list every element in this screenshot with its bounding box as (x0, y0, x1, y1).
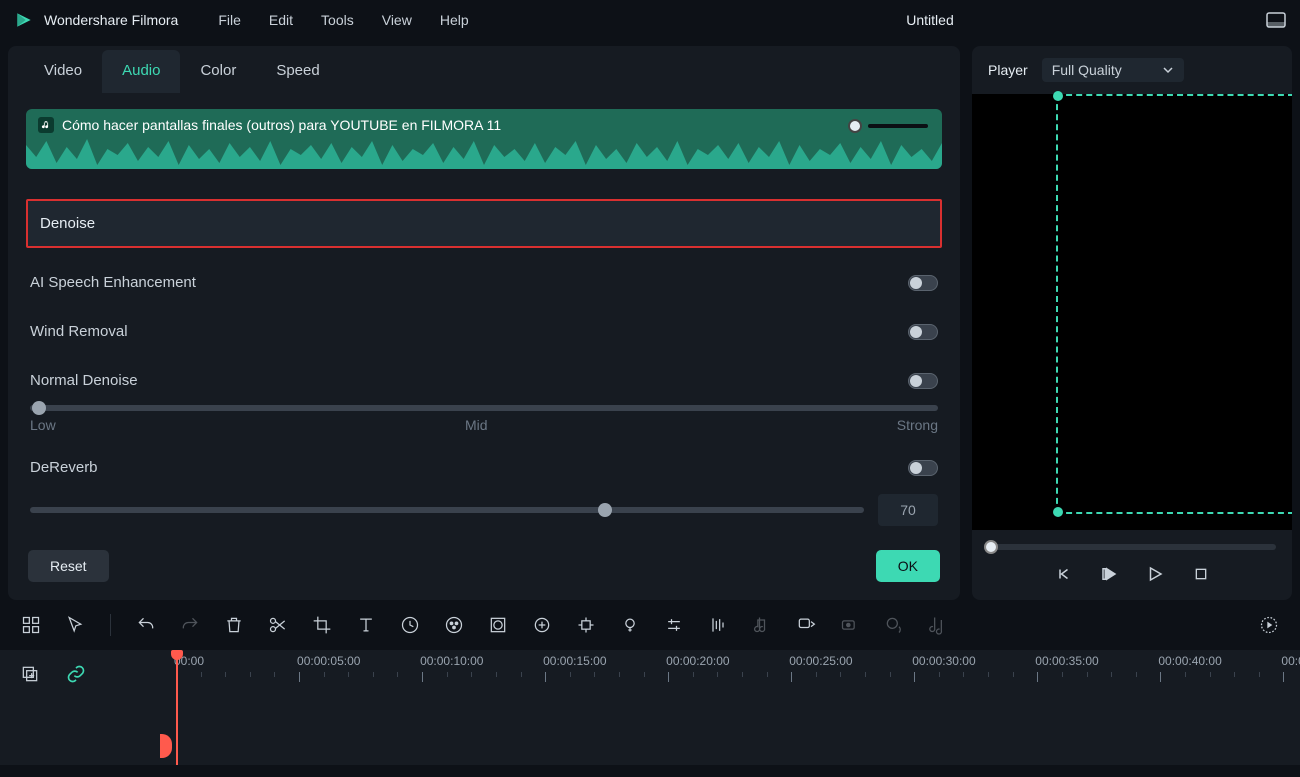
crop-rect[interactable] (1056, 94, 1292, 514)
color-icon[interactable] (443, 614, 465, 636)
layout-toggle-icon[interactable] (1266, 12, 1286, 28)
timeline-clip-stub[interactable] (160, 734, 172, 758)
quality-dropdown[interactable]: Full Quality (1042, 58, 1184, 82)
text-icon[interactable] (355, 614, 377, 636)
label-wind-removal: Wind Removal (30, 323, 128, 340)
redo-icon[interactable] (179, 614, 201, 636)
reset-button[interactable]: Reset (28, 550, 109, 582)
add-track-icon[interactable] (20, 664, 42, 686)
slider-knob-normal-denoise[interactable] (32, 401, 46, 415)
label-dereverb: DeReverb (30, 459, 98, 476)
adjust-icon[interactable] (663, 614, 685, 636)
ruler-label: 00:00:30:00 (912, 654, 975, 668)
toggle-ai-speech[interactable] (908, 275, 938, 291)
chevron-down-icon (1162, 64, 1174, 76)
playhead[interactable] (176, 650, 178, 765)
toggle-normal-denoise[interactable] (908, 373, 938, 389)
menu-tools[interactable]: Tools (321, 12, 354, 28)
record-icon[interactable] (839, 614, 861, 636)
render-icon[interactable] (1258, 614, 1280, 636)
audio-sync-icon[interactable] (927, 614, 949, 636)
ruler-label: 00:00:10:00 (420, 654, 483, 668)
undo-icon[interactable] (135, 614, 157, 636)
play-segment-button[interactable] (1099, 564, 1119, 584)
speed-icon[interactable] (399, 614, 421, 636)
keyframe-icon[interactable] (531, 614, 553, 636)
toggle-wind-removal[interactable] (908, 324, 938, 340)
player-scrub-knob[interactable] (984, 540, 998, 554)
split-icon[interactable] (267, 614, 289, 636)
ruler-label: 00:00:40:00 (1158, 654, 1221, 668)
tab-speed[interactable]: Speed (256, 50, 339, 93)
audio-adjust-icon[interactable] (707, 614, 729, 636)
ruler-label: 00:00:35:00 (1035, 654, 1098, 668)
voiceover-icon[interactable] (883, 614, 905, 636)
step-back-button[interactable] (1053, 564, 1073, 584)
player-scrub-track[interactable] (988, 544, 1276, 550)
tab-color[interactable]: Color (180, 50, 256, 93)
link-icon[interactable] (66, 664, 88, 686)
mask-icon[interactable] (487, 614, 509, 636)
detach-audio-icon[interactable] (751, 614, 773, 636)
clip-title: Cómo hacer pantallas finales (outros) pa… (62, 117, 501, 133)
waveform-icon (26, 135, 942, 169)
slider-knob-dereverb[interactable] (598, 503, 612, 517)
stop-button[interactable] (1191, 564, 1211, 584)
audio-clip-preview[interactable]: Cómo hacer pantallas finales (outros) pa… (26, 109, 942, 169)
panels-icon[interactable] (20, 614, 42, 636)
ruler-label: 00:00:20:00 (666, 654, 729, 668)
slider-label-strong: Strong (897, 417, 938, 433)
slider-label-mid: Mid (465, 417, 488, 433)
tab-audio[interactable]: Audio (102, 50, 180, 93)
label-normal-denoise: Normal Denoise (30, 372, 138, 389)
menu-edit[interactable]: Edit (269, 12, 293, 28)
menu-help[interactable]: Help (440, 12, 469, 28)
quality-value: Full Quality (1052, 62, 1122, 78)
speech-to-text-icon[interactable] (795, 614, 817, 636)
toggle-dereverb[interactable] (908, 460, 938, 476)
ruler-label: 00:00 (1281, 654, 1300, 668)
ruler-label: 00:00:15:00 (543, 654, 606, 668)
player-title: Player (988, 62, 1028, 78)
delete-icon[interactable] (223, 614, 245, 636)
video-preview[interactable] (972, 94, 1292, 530)
clip-scrub-track[interactable] (868, 124, 928, 128)
ruler-label: 00:00:25:00 (789, 654, 852, 668)
ok-button[interactable]: OK (876, 550, 940, 582)
menu-view[interactable]: View (382, 12, 412, 28)
chroma-key-icon[interactable] (619, 614, 641, 636)
tab-video[interactable]: Video (24, 50, 102, 93)
motion-track-icon[interactable] (575, 614, 597, 636)
app-name: Wondershare Filmora (44, 12, 178, 28)
slider-dereverb[interactable] (30, 507, 864, 513)
value-dereverb[interactable]: 70 (878, 494, 938, 526)
clip-scrub-knob[interactable] (848, 119, 862, 133)
section-denoise[interactable]: Denoise (26, 199, 942, 248)
menu-file[interactable]: File (218, 12, 241, 28)
label-ai-speech: AI Speech Enhancement (30, 274, 196, 291)
slider-normal-denoise[interactable] (30, 405, 938, 411)
cursor-icon[interactable] (64, 614, 86, 636)
document-title: Untitled (906, 12, 953, 28)
music-icon (38, 117, 54, 133)
slider-label-low: Low (30, 417, 56, 433)
app-logo-icon (14, 10, 34, 30)
ruler-label: 00:00:05:00 (297, 654, 360, 668)
play-button[interactable] (1145, 564, 1165, 584)
crop-icon[interactable] (311, 614, 333, 636)
